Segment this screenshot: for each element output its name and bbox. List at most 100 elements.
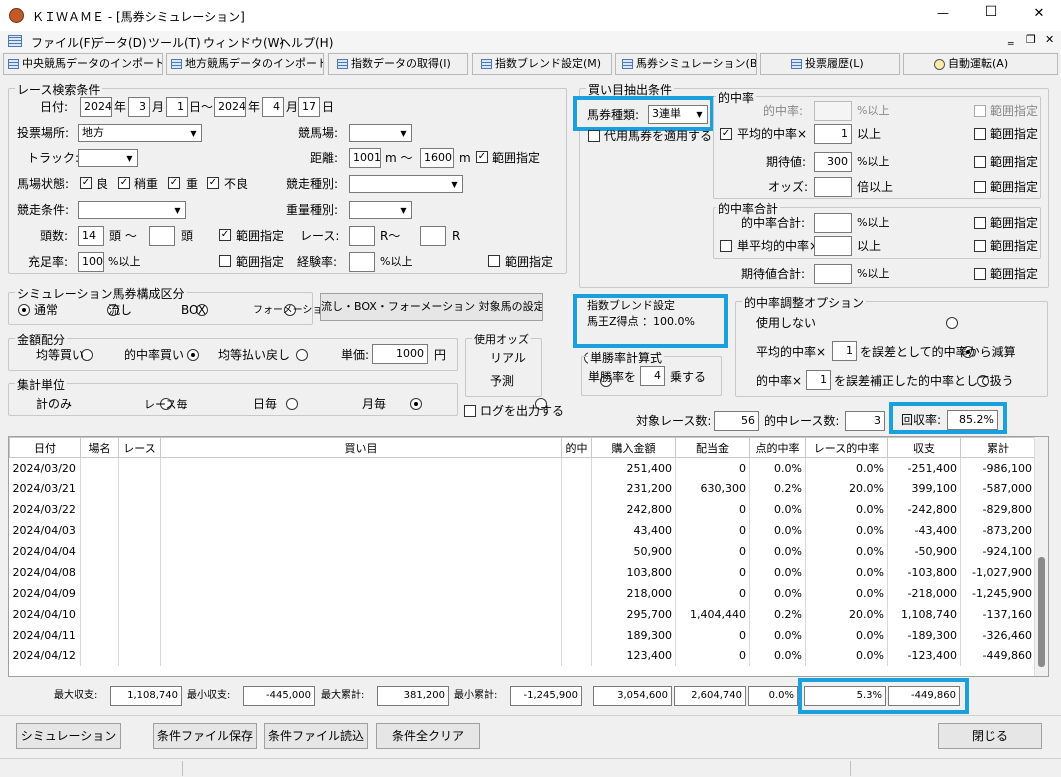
close-button[interactable]: 閉じる (938, 723, 1042, 749)
exp-sum-field[interactable] (814, 264, 852, 284)
race-number-min-field[interactable] (349, 226, 375, 246)
going-good-checkbox[interactable]: ✓ (80, 177, 92, 189)
single-avg-checkbox[interactable] (720, 240, 732, 252)
adjust-subtract-field[interactable]: 1 (832, 341, 857, 361)
expected-range-checkbox[interactable] (974, 156, 986, 168)
weight-type-select[interactable]: ▼ (349, 201, 412, 219)
toolbar-get-index[interactable]: 指数データの取得(I) (328, 53, 468, 75)
toolbar-import-local[interactable]: 地方競馬データのインポート(N) (166, 53, 324, 75)
menu-help[interactable]: ヘルプ(H) (279, 34, 333, 51)
experience-field[interactable] (349, 252, 375, 272)
avg-hit-rate-field[interactable]: 1 (814, 124, 852, 144)
simulation-button[interactable]: シミュレーション (16, 723, 121, 749)
target-horse-settings-button[interactable]: 流し・BOX・フォーメーション 対象馬の設定 (320, 293, 543, 321)
distance-max-field[interactable]: 1600 (420, 148, 454, 168)
menu-tools[interactable]: ツール(T) (148, 34, 201, 51)
avg-hit-rate-checkbox[interactable]: ✓ (720, 128, 732, 140)
agg-day-radio[interactable] (410, 398, 423, 410)
race-type-select[interactable]: ▼ (349, 175, 463, 193)
experience-range-checkbox[interactable] (488, 255, 500, 267)
substitute-bet-checkbox[interactable] (588, 130, 600, 142)
mdi-minimize-button[interactable]: ‗ (1008, 32, 1014, 45)
distance-range-checkbox[interactable]: ✓ (476, 151, 488, 163)
avg-hit-range-checkbox[interactable] (974, 128, 986, 140)
header-col-date[interactable]: 日付 (9, 437, 81, 458)
save-conditions-button[interactable]: 条件ファイル保存 (153, 723, 257, 749)
odds-threshold-field[interactable] (814, 177, 852, 197)
table-row[interactable]: 2024/04/11 189,300 0 0.0% 0.0% -189,300 -326,4… (9, 624, 1036, 646)
end-day-field[interactable]: 17 (298, 97, 320, 117)
fill-rate-field[interactable]: 100 (78, 252, 104, 272)
table-row[interactable]: 2024/03/22 242,800 0 0.0% 0.0% -242,800 -829,8… (9, 499, 1036, 521)
going-soft-checkbox[interactable]: ✓ (168, 177, 180, 189)
table-row[interactable]: 2024/04/03 43,400 0 0.0% 0.0% -43,400 -873,200 (9, 520, 1036, 542)
toolbar-blend-settings[interactable]: 指数ブレンド設定(M) (472, 53, 612, 75)
header-col-race[interactable]: レース (118, 437, 161, 458)
win-rate-power-field[interactable]: 4 (640, 366, 665, 386)
close-window-button[interactable]: ✕ (1024, 6, 1054, 21)
racecourse-select[interactable]: ▼ (349, 124, 412, 142)
menu-window[interactable]: ウィンドウ(W) (203, 34, 284, 51)
minimize-button[interactable]: — (928, 6, 958, 20)
menu-file[interactable]: ファイル(F) (31, 34, 95, 51)
runners-max-field[interactable] (149, 226, 175, 246)
table-row[interactable]: 2024/04/10 295,700 1,404,440 0.2% 20.0% 1,108… (9, 603, 1036, 625)
load-conditions-button[interactable]: 条件ファイル読込 (264, 723, 368, 749)
mdi-restore-button[interactable]: ❐ (1026, 33, 1036, 46)
race-number-max-field[interactable] (420, 226, 446, 246)
going-heavy-checkbox[interactable]: ✓ (207, 177, 219, 189)
table-row[interactable]: 2024/04/08 103,800 0 0.0% 0.0% -103,800 -1,027… (9, 561, 1036, 583)
unit-price-field[interactable]: 1000 (372, 344, 428, 364)
venue-select[interactable]: 地方 ▼ (78, 124, 202, 142)
distance-min-field[interactable]: 1001 (349, 148, 381, 168)
maximize-button[interactable]: ☐ (976, 4, 1006, 20)
runners-min-field[interactable]: 14 (78, 226, 104, 246)
scrollbar-thumb[interactable] (1038, 557, 1045, 667)
hit-sum-field[interactable] (814, 213, 852, 233)
header-col-venue[interactable]: 場名 (80, 437, 119, 458)
end-month-field[interactable]: 4 (262, 97, 284, 117)
log-output-checkbox[interactable] (464, 405, 476, 417)
header-col-buy[interactable]: 購入金額 (591, 437, 676, 458)
sim-normal-radio[interactable] (18, 304, 30, 316)
race-condition-select[interactable]: ▼ (78, 201, 186, 219)
vertical-scrollbar[interactable] (1034, 437, 1048, 676)
single-avg-range-checkbox[interactable] (974, 240, 986, 252)
clear-conditions-button[interactable]: 条件全クリア (376, 723, 480, 749)
single-avg-field[interactable] (814, 236, 852, 256)
exp-sum-range-checkbox[interactable] (974, 268, 986, 280)
header-col-bet[interactable]: 買い目 (160, 437, 562, 458)
table-row[interactable]: 2024/03/21 231,200 630,300 0.2% 20.0% 399,100… (9, 478, 1036, 500)
header-col-payout[interactable]: 配当金 (675, 437, 750, 458)
hit-sum-range-checkbox[interactable] (974, 217, 986, 229)
toolbar-simulation[interactable]: 馬券シミュレーション(B) (615, 53, 757, 75)
runners-range-checkbox[interactable]: ✓ (219, 229, 231, 241)
expected-value-field[interactable]: 300 (814, 152, 852, 172)
menu-data[interactable]: データ(D) (92, 34, 147, 51)
table-row[interactable]: 2024/03/20 251,400 0 0.0% 0.0% -251,400 -986,1… (9, 457, 1036, 479)
table-row[interactable]: 2024/04/12 123,400 0 0.0% 0.0% -123,400 -449,8… (9, 645, 1036, 667)
start-day-field[interactable]: 1 (166, 97, 188, 117)
table-row[interactable]: 2024/04/04 50,900 0 0.0% 0.0% -50,900 -924,100 (9, 541, 1036, 562)
header-col-point-hit[interactable]: 点的中率 (749, 437, 806, 458)
header-col-balance[interactable]: 収支 (887, 437, 961, 458)
surface-select[interactable]: ▼ (78, 149, 138, 167)
odds-range-checkbox[interactable] (974, 181, 986, 193)
header-col-race-hit[interactable]: レース的中率 (805, 437, 888, 458)
equal-payout-radio[interactable] (295, 349, 308, 361)
start-year-field[interactable]: 2024 (80, 97, 112, 117)
bet-type-select[interactable]: 3連単 ▼ (648, 105, 708, 124)
toolbar-vote-history[interactable]: 投票履歴(L) (760, 53, 900, 75)
header-col-hit[interactable]: 的中 (561, 437, 592, 458)
start-month-field[interactable]: 3 (128, 97, 150, 117)
toolbar-import-central[interactable]: 中央競馬データのインポート(J) (3, 53, 163, 75)
fill-range-checkbox[interactable] (219, 255, 231, 267)
end-year-field[interactable]: 2024 (214, 97, 246, 117)
adjust-correct-field[interactable]: 1 (806, 370, 831, 390)
mdi-close-button[interactable]: ✕ (1045, 33, 1054, 46)
header-col-cumulative[interactable]: 累計 (960, 437, 1036, 458)
going-yielding-checkbox[interactable]: ✓ (118, 177, 130, 189)
table-row[interactable]: 2024/04/09 218,000 0 0.0% 0.0% -218,000 -1,245… (9, 582, 1036, 604)
adjust-none-radio[interactable] (945, 317, 958, 329)
toolbar-auto-run[interactable]: 自動運転(A) (903, 53, 1058, 75)
